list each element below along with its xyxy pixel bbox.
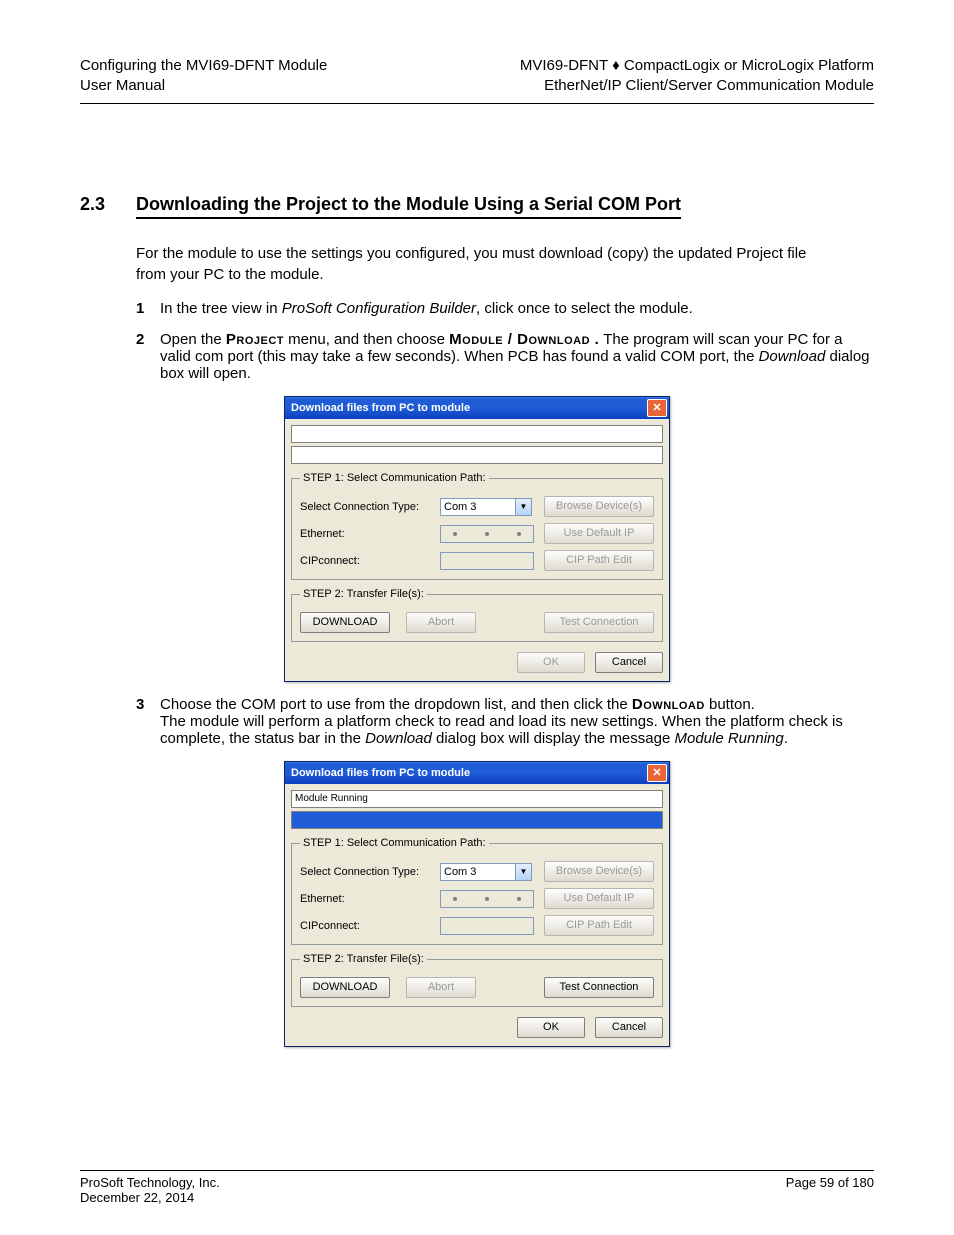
label-cipconnect: CIPconnect: — [300, 920, 440, 932]
ethernet-ip-field — [440, 525, 534, 543]
close-icon[interactable]: ✕ — [647, 399, 667, 417]
download-dialog: Download files from PC to module ✕ STEP … — [284, 396, 670, 682]
header-right: MVI69-DFNT ♦ CompactLogix or MicroLogix … — [520, 56, 874, 97]
label-connection-type: Select Connection Type: — [300, 866, 440, 878]
download-dialog-running: Download files from PC to module ✕ Modul… — [284, 761, 670, 1047]
chevron-down-icon[interactable]: ▼ — [516, 498, 532, 516]
step1-legend: STEP 1: Select Communication Path: — [300, 837, 489, 849]
chevron-down-icon[interactable]: ▼ — [516, 863, 532, 881]
footer-date: December 22, 2014 — [80, 1190, 194, 1205]
step2-legend: STEP 2: Transfer File(s): — [300, 588, 427, 600]
ok-button: OK — [517, 652, 585, 673]
header-left: Configuring the MVI69-DFNT Module User M… — [80, 56, 327, 97]
step1-fieldset: STEP 1: Select Communication Path: Selec… — [291, 837, 663, 945]
step-text: In the tree view in ProSoft Configuratio… — [160, 300, 874, 317]
footer-company: ProSoft Technology, Inc. — [80, 1175, 220, 1190]
footer-page: Page 59 of 180 — [786, 1175, 874, 1190]
step1-fieldset: STEP 1: Select Communication Path: Selec… — [291, 472, 663, 580]
cipconnect-field — [440, 552, 534, 570]
download-button[interactable]: DOWNLOAD — [300, 977, 390, 998]
browse-devices-button: Browse Device(s) — [544, 861, 654, 882]
use-default-ip-button: Use Default IP — [544, 523, 654, 544]
connection-type-value: Com 3 — [440, 863, 516, 881]
header-rule — [80, 103, 874, 104]
step-number: 3 — [136, 696, 160, 747]
page-footer: ProSoft Technology, Inc. Page 59 of 180 … — [80, 1170, 874, 1205]
status-field-1: Module Running — [291, 790, 663, 808]
header-right-line2: EtherNet/IP Client/Server Communication … — [520, 76, 874, 96]
close-icon[interactable]: ✕ — [647, 764, 667, 782]
status-field-1 — [291, 425, 663, 443]
page-header: Configuring the MVI69-DFNT Module User M… — [80, 56, 874, 97]
connection-type-select[interactable]: Com 3 ▼ — [440, 863, 538, 881]
label-ethernet: Ethernet: — [300, 893, 440, 905]
abort-button: Abort — [406, 612, 476, 633]
dialog-titlebar[interactable]: Download files from PC to module ✕ — [285, 397, 669, 419]
footer-rule — [80, 1170, 874, 1171]
download-button[interactable]: DOWNLOAD — [300, 612, 390, 633]
intro-paragraph: For the module to use the settings you c… — [136, 243, 836, 287]
header-left-line2: User Manual — [80, 76, 327, 96]
step2-legend: STEP 2: Transfer File(s): — [300, 953, 427, 965]
label-ethernet: Ethernet: — [300, 528, 440, 540]
browse-devices-button: Browse Device(s) — [544, 496, 654, 517]
connection-type-select[interactable]: Com 3 ▼ — [440, 498, 538, 516]
step1-legend: STEP 1: Select Communication Path: — [300, 472, 489, 484]
step-3: 3 Choose the COM port to use from the dr… — [136, 696, 874, 747]
progress-bar — [291, 811, 663, 829]
step2-fieldset: STEP 2: Transfer File(s): DOWNLOAD Abort… — [291, 588, 663, 642]
header-left-line1: Configuring the MVI69-DFNT Module — [80, 56, 327, 76]
step-text: Open the Project menu, and then choose M… — [160, 331, 874, 382]
cip-path-edit-button: CIP Path Edit — [544, 550, 654, 571]
step-number: 1 — [136, 300, 160, 317]
step-number: 2 — [136, 331, 160, 382]
test-connection-button[interactable]: Test Connection — [544, 977, 654, 998]
connection-type-value: Com 3 — [440, 498, 516, 516]
dialog-title: Download files from PC to module — [291, 402, 470, 414]
step-1: 1 In the tree view in ProSoft Configurat… — [136, 300, 874, 317]
header-right-line1: MVI69-DFNT ♦ CompactLogix or MicroLogix … — [520, 56, 874, 76]
cancel-button[interactable]: Cancel — [595, 652, 663, 673]
step2-fieldset: STEP 2: Transfer File(s): DOWNLOAD Abort… — [291, 953, 663, 1007]
step-text: Choose the COM port to use from the drop… — [160, 696, 874, 747]
dialog-title: Download files from PC to module — [291, 767, 470, 779]
label-connection-type: Select Connection Type: — [300, 501, 440, 513]
ok-button[interactable]: OK — [517, 1017, 585, 1038]
label-cipconnect: CIPconnect: — [300, 555, 440, 567]
section-heading: 2.3 Downloading the Project to the Modul… — [80, 194, 874, 219]
abort-button: Abort — [406, 977, 476, 998]
cancel-button[interactable]: Cancel — [595, 1017, 663, 1038]
test-connection-button: Test Connection — [544, 612, 654, 633]
cip-path-edit-button: CIP Path Edit — [544, 915, 654, 936]
diamond-icon: ♦ — [612, 57, 620, 74]
step-2: 2 Open the Project menu, and then choose… — [136, 331, 874, 382]
section-title: Downloading the Project to the Module Us… — [136, 194, 681, 219]
ethernet-ip-field — [440, 890, 534, 908]
cipconnect-field — [440, 917, 534, 935]
section-number: 2.3 — [80, 194, 136, 219]
status-field-2 — [291, 446, 663, 464]
use-default-ip-button: Use Default IP — [544, 888, 654, 909]
dialog-titlebar[interactable]: Download files from PC to module ✕ — [285, 762, 669, 784]
